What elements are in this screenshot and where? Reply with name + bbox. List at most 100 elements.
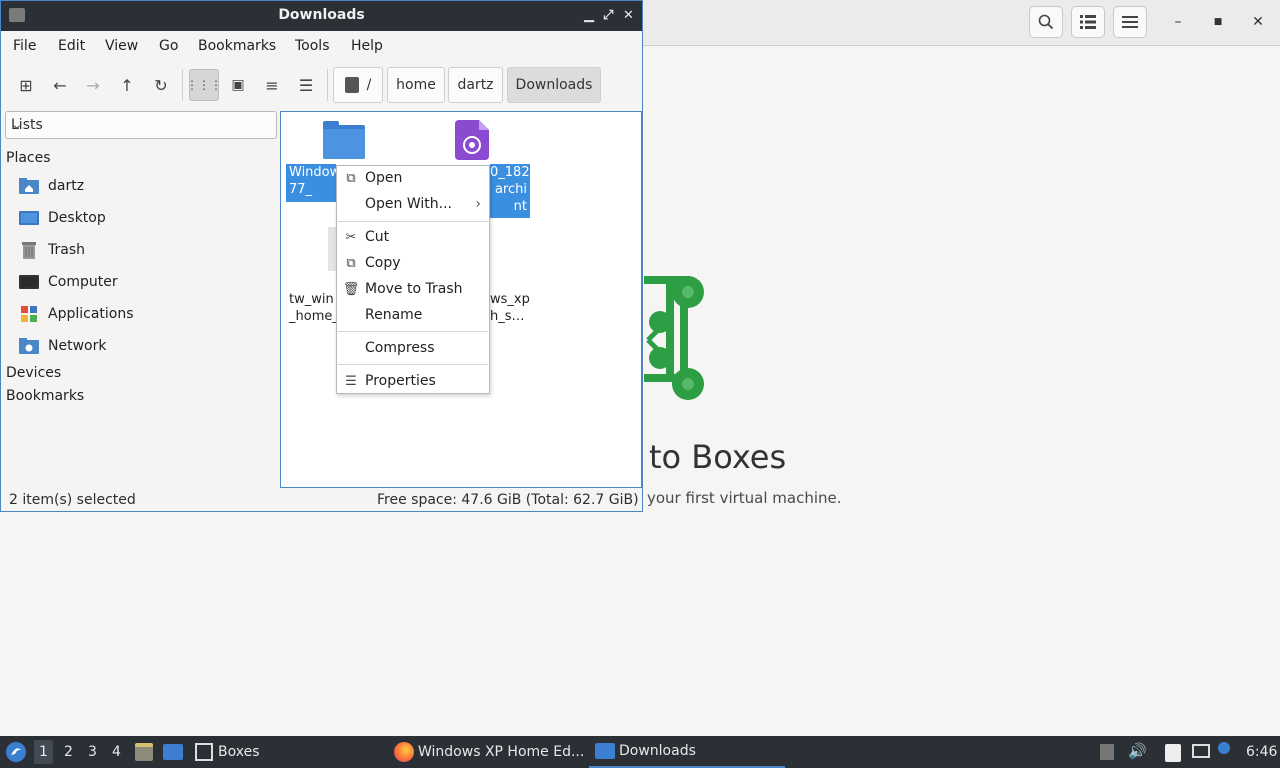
ctx-separator: [338, 364, 488, 365]
start-menu-icon[interactable]: [5, 741, 27, 763]
arrow-left-icon: ←: [53, 75, 67, 95]
volume-icon[interactable]: 🔊: [1128, 742, 1147, 760]
ctx-label: Rename: [365, 307, 423, 323]
menu-bookmarks[interactable]: Bookmarks: [198, 38, 276, 54]
place-computer[interactable]: Computer: [19, 270, 118, 294]
devices-header[interactable]: Devices: [6, 365, 61, 381]
ctx-move-to-trash[interactable]: 🗑 Move to Trash: [337, 277, 489, 301]
file-item-label[interactable]: ws_xp h_s…: [490, 291, 530, 327]
desktop-icon: [19, 209, 39, 227]
ctx-label: Open With...: [365, 196, 452, 212]
view-toggle-button[interactable]: [1071, 6, 1105, 38]
menu-help[interactable]: Help: [351, 38, 383, 54]
folder-icon: [595, 743, 615, 759]
folder-icon[interactable]: [323, 121, 365, 159]
ctx-rename[interactable]: Rename: [337, 303, 489, 327]
back-button[interactable]: ←: [45, 69, 75, 101]
main-menu-button[interactable]: [1113, 6, 1147, 38]
search-icon: [1038, 14, 1054, 30]
search-button[interactable]: [1029, 6, 1063, 38]
menu-go[interactable]: Go: [159, 38, 178, 54]
boxes-welcome-subtitle: your first virtual machine.: [647, 489, 842, 507]
network-tray-icon[interactable]: [1192, 744, 1210, 758]
task-downloads[interactable]: Downloads: [589, 736, 785, 768]
compact-list-icon: ≡: [265, 75, 279, 95]
place-label: Desktop: [48, 210, 106, 226]
status-selection: 2 item(s) selected: [9, 492, 136, 508]
maximize-button[interactable]: ■: [1208, 12, 1228, 32]
side-pane-type-select[interactable]: Lists ⌄: [5, 111, 277, 139]
place-applications[interactable]: Applications: [19, 302, 134, 326]
ctx-label: Copy: [365, 255, 401, 271]
task-firefox[interactable]: Windows XP Home Ed...: [394, 736, 584, 768]
ctx-open-with[interactable]: Open With... ›: [337, 192, 489, 216]
minimize-button[interactable]: –: [1168, 12, 1188, 32]
places-header[interactable]: Places: [6, 150, 51, 166]
detailed-list-icon: ☰: [298, 75, 314, 95]
drive-icon: [344, 77, 359, 93]
menu-view[interactable]: View: [105, 38, 138, 54]
image-icon: ▣: [231, 77, 245, 93]
place-network[interactable]: Network: [19, 334, 106, 358]
icon-view-button[interactable]: ⋮⋮⋮: [186, 69, 222, 101]
breadcrumb-root[interactable]: /: [333, 67, 383, 103]
menu-file[interactable]: File: [13, 38, 36, 54]
menu-tools[interactable]: Tools: [295, 38, 330, 54]
ctx-open[interactable]: ⧉ Open: [337, 166, 489, 190]
fm-minimize-button[interactable]: ▁: [584, 8, 594, 23]
torrent-icon[interactable]: [455, 120, 489, 160]
new-tab-button[interactable]: ⊞: [11, 69, 41, 101]
fm-titlebar[interactable]: Downloads ▁ ⤢ ✕: [1, 1, 642, 31]
boxes-welcome-heading: to Boxes: [649, 438, 787, 476]
file-name: ws_xp h_s…: [490, 292, 530, 324]
file-manager-launcher-icon[interactable]: [135, 743, 153, 761]
close-button[interactable]: ✕: [1248, 12, 1268, 32]
reload-button[interactable]: ↻: [146, 69, 176, 101]
boxes-logo: [644, 276, 704, 400]
place-desktop[interactable]: Desktop: [19, 206, 106, 230]
grid-icon: ⋮⋮⋮: [186, 78, 222, 92]
updates-tray-icon[interactable]: [1100, 744, 1114, 760]
place-trash[interactable]: Trash: [19, 238, 85, 262]
clock[interactable]: 6:46: [1246, 744, 1277, 760]
new-tab-icon: ⊞: [19, 75, 33, 95]
arrow-right-icon: →: [86, 75, 100, 95]
task-label: Windows XP Home Ed...: [418, 744, 585, 760]
applications-icon: [19, 305, 39, 323]
breadcrumb-dartz[interactable]: dartz: [448, 67, 503, 103]
copy-icon: ⧉: [346, 255, 356, 271]
boxes-task-icon: [195, 743, 213, 761]
place-label: Applications: [48, 306, 134, 322]
thumbnail-view-button[interactable]: ▣: [223, 69, 253, 101]
folder-launcher-icon[interactable]: [163, 744, 183, 760]
detailed-view-button[interactable]: ☰: [291, 69, 321, 101]
fm-window-title: Downloads: [278, 7, 365, 23]
bookmarks-header[interactable]: Bookmarks: [6, 388, 84, 404]
file-item-label[interactable]: Window 77_: [286, 164, 340, 202]
up-button[interactable]: ↑: [112, 69, 142, 101]
chevron-down-icon: ⌄: [11, 117, 23, 133]
workspace-4[interactable]: 4: [112, 744, 121, 760]
breadcrumb-downloads[interactable]: Downloads: [507, 67, 601, 103]
fm-maximize-button[interactable]: ⤢: [603, 8, 613, 23]
clipboard-icon[interactable]: [1165, 744, 1181, 762]
file-item-label[interactable]: tw_win _home_: [289, 291, 341, 327]
fm-close-button[interactable]: ✕: [623, 8, 634, 23]
task-label: Downloads: [619, 743, 696, 759]
task-boxes[interactable]: Boxes: [195, 736, 260, 768]
minimize-icon: –: [1174, 14, 1182, 30]
menu-edit[interactable]: Edit: [58, 38, 85, 54]
ctx-compress[interactable]: Compress: [337, 336, 489, 360]
workspace-1[interactable]: 1: [34, 740, 53, 764]
file-item-label[interactable]: 0_182 archi nt: [490, 164, 530, 218]
compact-view-button[interactable]: ≡: [257, 69, 287, 101]
breadcrumb-home[interactable]: home: [387, 67, 445, 103]
forward-button[interactable]: →: [78, 69, 108, 101]
ctx-properties[interactable]: ☰ Properties: [337, 369, 489, 393]
workspace-3[interactable]: 3: [88, 744, 97, 760]
ctx-copy[interactable]: ⧉ Copy: [337, 251, 489, 275]
notification-icon[interactable]: [1218, 742, 1230, 754]
workspace-2[interactable]: 2: [64, 744, 73, 760]
ctx-cut[interactable]: ✂ Cut: [337, 225, 489, 249]
place-dartz[interactable]: dartz: [19, 174, 84, 198]
